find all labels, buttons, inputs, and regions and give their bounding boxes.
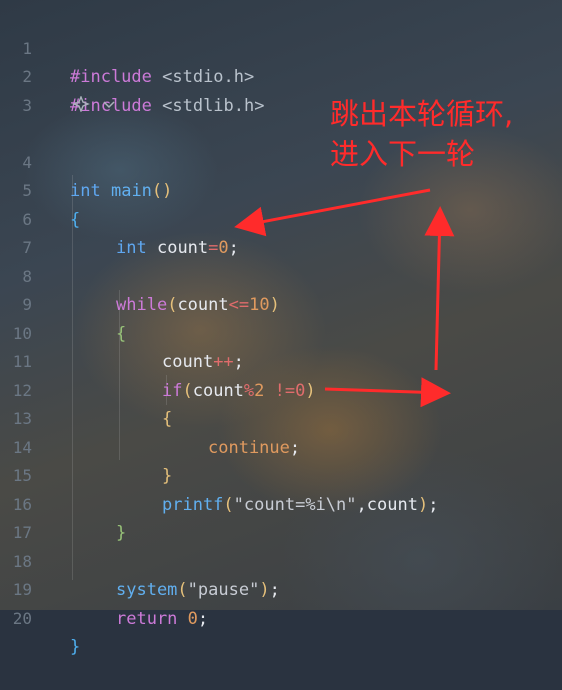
arrow-up bbox=[424, 206, 455, 371]
arrow-from-continue bbox=[324, 377, 451, 408]
keyword-return: return bbox=[116, 608, 178, 629]
semicolon: ; bbox=[197, 608, 209, 629]
arrow-to-while bbox=[234, 188, 431, 237]
annotation-arrows bbox=[234, 188, 455, 408]
brace: } bbox=[70, 637, 81, 657]
number-literal: 0 bbox=[187, 608, 198, 629]
